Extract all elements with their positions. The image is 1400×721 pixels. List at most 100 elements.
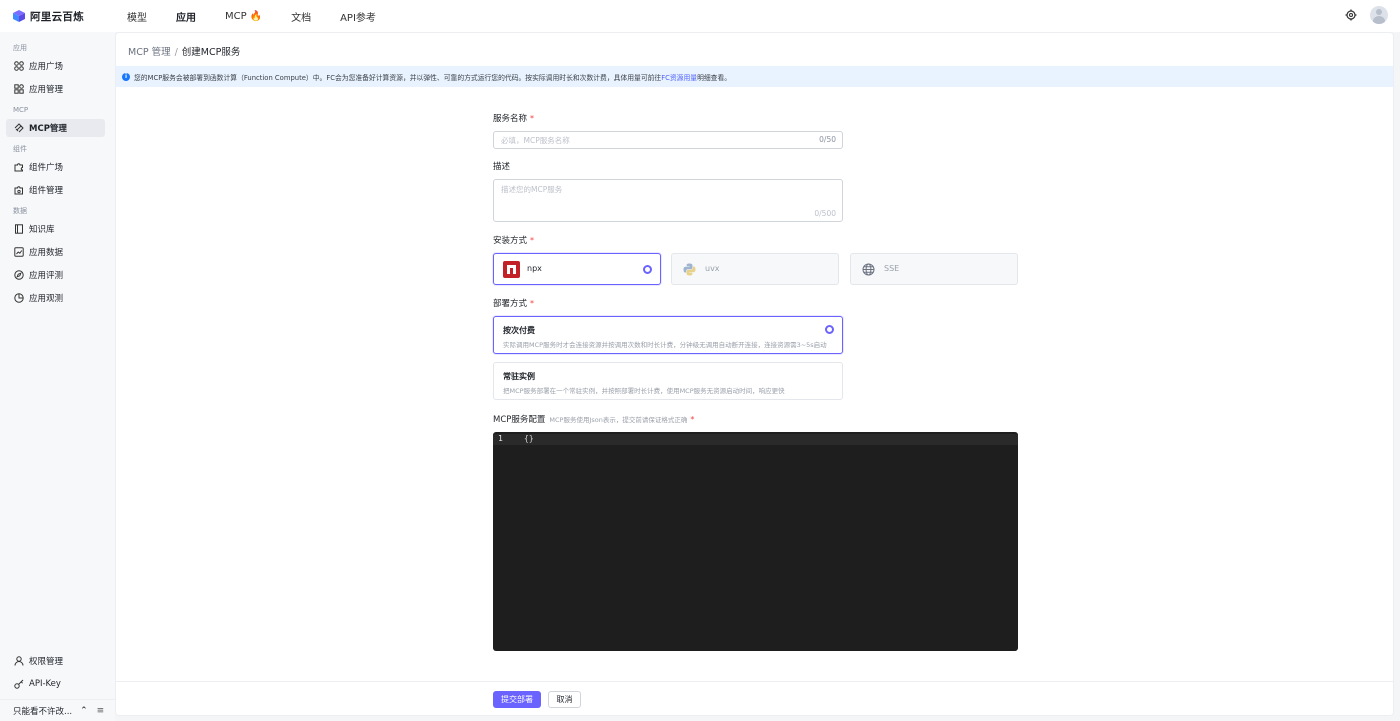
install-option-uvx[interactable]: uvx: [671, 253, 839, 285]
service-name-placeholder: 必填，MCP服务名称: [501, 136, 570, 145]
deploy-option-resident-instance[interactable]: 常驻实例 把MCP服务部署在一个常驻实例，并按照部署时长计费，使用MCP服务无资…: [493, 362, 843, 400]
gear-icon[interactable]: [1345, 9, 1357, 21]
mcp-config-label: MCP服务配置 MCP服务使用Json表示，提交前请保证格式正确 *: [493, 413, 694, 425]
menu-icon[interactable]: ≡: [97, 706, 105, 716]
brand[interactable]: 阿里云百炼: [0, 9, 115, 24]
notice-suffix: 明细查看。: [697, 73, 732, 82]
deploy-option-pay-per-call[interactable]: 按次付费 实际调用MCP服务时才会连接资源并按调用次数和时长计费，分钟级无调用自…: [493, 316, 843, 354]
cancel-button[interactable]: 取消: [548, 691, 581, 708]
sidebar-item-permissions[interactable]: 权限管理: [6, 652, 105, 670]
breadcrumb-parent[interactable]: MCP 管理: [128, 47, 171, 58]
deploy-option-title: 按次付费: [503, 326, 535, 335]
sidebar: 应用 应用广场 应用管理 MCP MCP管理 组件 组件广场 组件管理 数据 知…: [0, 32, 115, 721]
top-navbar: 阿里云百炼 模型 应用 MCP 🔥 文档 API参考: [0, 0, 1400, 32]
sidebar-item-label: 组件管理: [29, 186, 64, 196]
component-settings-icon: [14, 186, 23, 195]
mcp-config-label-text: MCP服务配置: [493, 415, 546, 425]
deploy-method-label-text: 部署方式: [493, 299, 528, 309]
form-footer: 提交部署 取消: [116, 681, 1393, 715]
topnav-item-models[interactable]: 模型: [127, 9, 147, 24]
chevron-up-icon: ⌃: [80, 705, 88, 716]
breadcrumb-current: 创建MCP服务: [181, 47, 241, 58]
required-mark: *: [530, 299, 535, 308]
topnav-item-mcp[interactable]: MCP 🔥: [225, 11, 262, 22]
info-notice: i 您的MCP服务会被部署到函数计算（Function Compute）中。FC…: [116, 66, 1393, 87]
avatar[interactable]: [1370, 6, 1388, 24]
notice-link-fc-usage[interactable]: FC资源用量: [661, 72, 697, 82]
grid-icon: [14, 61, 24, 71]
topnav-item-docs[interactable]: 文档: [291, 9, 311, 24]
sidebar-section-data: 数据: [13, 207, 27, 215]
sidebar-item-label: 应用广场: [29, 62, 64, 72]
workspace-switcher[interactable]: 只能看不许改... ⌃ ≡: [0, 699, 115, 721]
topnav-item-mcp-label: MCP: [225, 10, 247, 22]
key-icon: [14, 679, 24, 689]
sidebar-item-label: 应用数据: [29, 248, 64, 258]
puzzle-icon: [14, 163, 23, 172]
fire-icon: 🔥: [249, 10, 263, 22]
sidebar-item-label: 应用评测: [29, 271, 64, 281]
notice-text: 您的MCP服务会被部署到函数计算（Function Compute）中。FC会为…: [134, 73, 662, 82]
bailian-logo-icon: [13, 10, 25, 22]
book-icon: [15, 224, 23, 234]
deploy-option-title: 常驻实例: [503, 372, 535, 381]
globe-icon: [862, 263, 875, 276]
install-option-npx-label: npx: [527, 264, 542, 273]
sidebar-section-mcp: MCP: [13, 106, 29, 114]
topnav-item-apps[interactable]: 应用: [176, 9, 196, 24]
breadcrumb-separator: /: [174, 47, 178, 58]
python-icon: [683, 263, 696, 276]
topnav-item-api-reference[interactable]: API参考: [340, 9, 376, 24]
code-content[interactable]: {}: [524, 434, 534, 443]
workspace-name: 只能看不许改...: [13, 706, 73, 717]
sidebar-item-label: 组件广场: [29, 163, 64, 173]
submit-deploy-button[interactable]: 提交部署: [493, 691, 541, 708]
sidebar-item-knowledge-base[interactable]: 知识库: [6, 220, 105, 238]
service-name-input[interactable]: 必填，MCP服务名称 0/50: [493, 131, 843, 149]
active-line-highlight: [493, 434, 1018, 445]
compass-icon: [14, 270, 24, 280]
sidebar-section-apps: 应用: [13, 44, 27, 52]
sidebar-item-component-management[interactable]: 组件管理: [6, 181, 105, 199]
radio-selected: [825, 325, 834, 334]
description-textarea[interactable]: 描述您的MCP服务 0/500: [493, 179, 843, 222]
sidebar-item-component-plaza[interactable]: 组件广场: [6, 158, 105, 176]
description-counter: 0/500: [814, 209, 836, 218]
sidebar-item-app-observation[interactable]: 应用观测: [6, 289, 105, 307]
pie-chart-icon: [14, 293, 24, 303]
install-option-sse[interactable]: SSE: [850, 253, 1018, 285]
json-code-editor[interactable]: 1 {}: [493, 432, 1018, 651]
sidebar-item-label: MCP管理: [29, 124, 67, 134]
required-mark: *: [690, 415, 695, 424]
sidebar-item-label: API-Key: [29, 679, 61, 689]
chart-icon: [14, 247, 24, 257]
npm-icon: [503, 261, 520, 278]
deploy-option-desc: 实际调用MCP服务时才会连接资源并按调用次数和时长计费，分钟级无调用自动断开连接…: [503, 341, 827, 349]
sidebar-item-app-data[interactable]: 应用数据: [6, 243, 105, 261]
install-option-sse-label: SSE: [884, 264, 900, 273]
install-method-label: 安装方式 *: [493, 234, 534, 246]
sidebar-item-app-evaluation[interactable]: 应用评测: [6, 266, 105, 284]
sidebar-item-app-plaza[interactable]: 应用广场: [6, 57, 105, 75]
description-placeholder: 描述您的MCP服务: [501, 185, 563, 194]
required-mark: *: [530, 114, 535, 123]
sidebar-item-label: 权限管理: [29, 657, 64, 667]
sidebar-item-mcp-management[interactable]: MCP管理: [6, 119, 105, 137]
description-label: 描述: [493, 160, 510, 172]
deploy-method-label: 部署方式 *: [493, 297, 534, 309]
required-mark: *: [530, 236, 535, 245]
sidebar-section-components: 组件: [13, 145, 27, 153]
sidebar-item-app-management[interactable]: 应用管理: [6, 80, 105, 98]
deploy-option-desc: 把MCP服务部署在一个常驻实例，并按照部署时长计费，使用MCP服务无资源启动时间…: [503, 387, 785, 395]
sidebar-item-label: 知识库: [29, 225, 55, 235]
sidebar-item-api-key[interactable]: API-Key: [6, 675, 105, 693]
mcp-icon: [14, 123, 24, 133]
service-name-counter: 0/50: [819, 135, 836, 144]
install-option-npx[interactable]: npx: [493, 253, 661, 285]
apps-icon: [14, 84, 24, 94]
radio-selected: [643, 265, 652, 274]
user-icon: [14, 656, 24, 666]
sidebar-item-label: 应用观测: [29, 294, 64, 304]
service-name-label-text: 服务名称: [493, 114, 528, 124]
service-name-label: 服务名称 *: [493, 112, 534, 124]
